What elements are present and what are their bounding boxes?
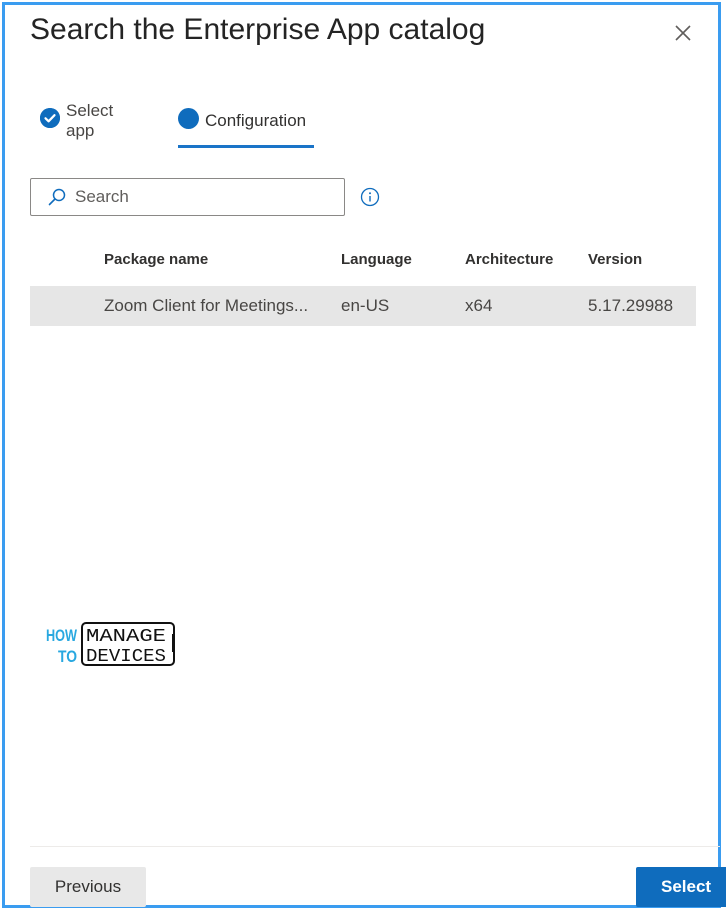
step-select-app[interactable]: Select app [40,101,113,140]
footer-divider [30,846,720,847]
table-row[interactable]: Zoom Client for Meetings... en-US x64 5.… [30,286,696,326]
filled-circle-icon [178,107,199,129]
active-step-indicator [178,145,314,148]
column-header-version[interactable]: Version [588,244,642,274]
table-header: Package name Language Architecture Versi… [30,244,696,274]
logo-devices: DEVICES [86,647,166,667]
logo-how: HOW [46,626,78,645]
search-input[interactable] [75,187,325,207]
step-label: Select app [66,101,114,140]
close-button[interactable] [672,22,694,44]
step-label: Configuration [205,111,307,130]
select-button[interactable]: Select [636,867,726,907]
logo-manage: MANAGE [86,627,166,647]
dialog-title: Search the Enterprise App catalog [30,13,486,46]
search-icon [48,188,66,206]
previous-button[interactable]: Previous [30,867,146,907]
cell-version: 5.17.29988 [588,296,674,315]
info-icon [360,187,380,207]
column-header-language[interactable]: Language [341,244,412,274]
search-box[interactable] [30,178,345,216]
watermark-logo: HOW TO MANAGE DEVICES [46,622,176,668]
step-configuration[interactable]: Configuration [178,106,306,136]
info-button[interactable] [360,187,380,207]
checkmark-circle-icon [40,108,60,128]
column-header-package-name[interactable]: Package name [104,244,208,274]
column-header-architecture[interactable]: Architecture [465,244,553,274]
close-icon [675,25,691,41]
cell-architecture: x64 [465,296,493,315]
logo-to: TO [58,647,77,666]
cell-package-name: Zoom Client for Meetings... [104,296,309,315]
cell-language: en-US [341,296,390,315]
